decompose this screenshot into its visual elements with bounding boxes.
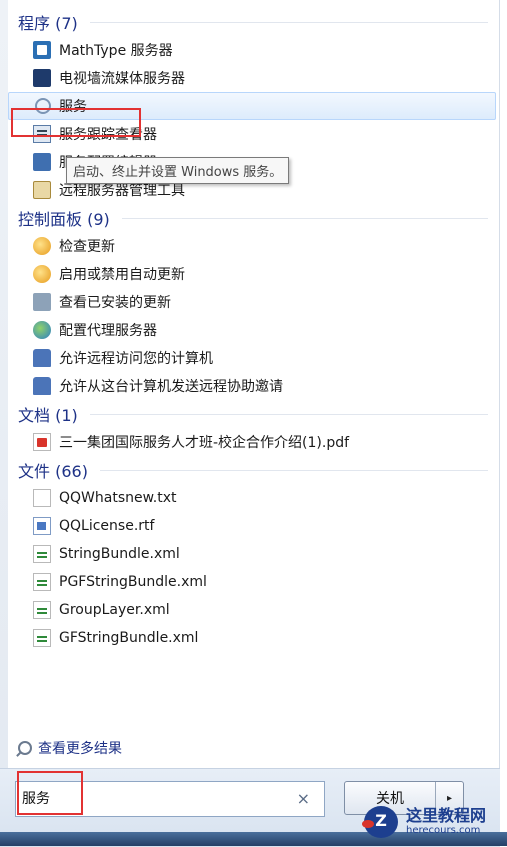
result-label: QQLicense.rtf: [59, 518, 155, 534]
rtf-file-icon: [33, 517, 51, 535]
result-item[interactable]: QQWhatsnew.txt: [8, 484, 498, 512]
group-header[interactable]: 文档 (1): [8, 400, 498, 428]
group-title: 程序 (7): [18, 14, 78, 33]
result-item[interactable]: 服务: [8, 92, 496, 120]
remote-admin-icon: [33, 181, 51, 199]
group-title: 控制面板 (9): [18, 210, 110, 229]
group-divider: [89, 413, 488, 415]
result-label: 启用或禁用自动更新: [59, 267, 185, 283]
group-title: 文档 (1): [18, 406, 78, 425]
result-label: MathType 服务器: [59, 43, 173, 59]
result-item[interactable]: PGFStringBundle.xml: [8, 568, 498, 596]
result-label: 服务跟踪查看器: [59, 127, 157, 143]
search-icon: [18, 741, 32, 755]
result-label: 服务: [59, 99, 87, 115]
result-item[interactable]: 配置代理服务器: [8, 316, 498, 344]
config-editor-icon: [33, 153, 51, 171]
result-item[interactable]: 查看已安装的更新: [8, 288, 498, 316]
result-item[interactable]: 允许远程访问您的计算机: [8, 344, 498, 372]
result-label: GroupLayer.xml: [59, 602, 170, 618]
trace-viewer-icon: [33, 125, 51, 143]
group-header[interactable]: 文件 (66): [8, 456, 498, 484]
result-label: 允许从这台计算机发送远程协助邀请: [59, 379, 283, 395]
result-item[interactable]: 电视墙流媒体服务器: [8, 64, 498, 92]
start-menu: 程序 (7)MathType 服务器电视墙流媒体服务器服务服务跟踪查看器服务配置…: [0, 0, 500, 847]
search-results: 程序 (7)MathType 服务器电视墙流媒体服务器服务服务跟踪查看器服务配置…: [8, 8, 498, 652]
result-label: 三一集团国际服务人才班-校企合作介绍(1).pdf: [59, 435, 350, 451]
result-item[interactable]: 检查更新: [8, 232, 498, 260]
menu-left-edge: [0, 0, 8, 846]
group-divider: [121, 217, 488, 219]
result-label: 配置代理服务器: [59, 323, 157, 339]
proxy-icon: [33, 321, 51, 339]
watermark-domain: herecours.com: [406, 825, 481, 836]
result-item[interactable]: GFStringBundle.xml: [8, 624, 498, 652]
remote-user-icon: [33, 349, 51, 367]
result-label: QQWhatsnew.txt: [59, 490, 177, 506]
group-title: 文件 (66): [18, 462, 88, 481]
result-label: 电视墙流媒体服务器: [59, 71, 185, 87]
group-divider: [89, 21, 488, 23]
remote-user-icon: [33, 377, 51, 395]
windows-update-icon: [33, 237, 51, 255]
result-label: 查看已安装的更新: [59, 295, 171, 311]
xml-file-icon: [33, 545, 51, 563]
result-item[interactable]: QQLicense.rtf: [8, 512, 498, 540]
result-label: 检查更新: [59, 239, 115, 255]
windows-update-icon: [33, 265, 51, 283]
clear-search-icon[interactable]: ×: [297, 789, 310, 808]
services-tooltip: 启动、终止并设置 Windows 服务。: [66, 157, 290, 184]
group-header[interactable]: 程序 (7): [8, 8, 498, 36]
result-label: GFStringBundle.xml: [59, 630, 199, 646]
text-file-icon: [33, 489, 51, 507]
xml-file-icon: [33, 629, 51, 647]
result-item[interactable]: 允许从这台计算机发送远程协助邀请: [8, 372, 498, 400]
search-box[interactable]: ×: [15, 781, 325, 817]
xml-file-icon: [33, 573, 51, 591]
group-header[interactable]: 控制面板 (9): [8, 204, 498, 232]
pdf-icon: [33, 433, 51, 451]
tv-wall-icon: [33, 69, 51, 87]
result-label: PGFStringBundle.xml: [59, 574, 207, 590]
result-item[interactable]: 服务跟踪查看器: [8, 120, 498, 148]
mathtype-icon: [33, 41, 51, 59]
group-divider: [99, 469, 488, 471]
search-input[interactable]: [22, 790, 282, 806]
result-item[interactable]: StringBundle.xml: [8, 540, 498, 568]
result-label: 允许远程访问您的计算机: [59, 351, 213, 367]
result-label: StringBundle.xml: [59, 546, 180, 562]
see-more-label: 查看更多结果: [38, 741, 122, 757]
see-more-results-link[interactable]: 查看更多结果: [18, 738, 122, 758]
watermark: Z 这里教程网 herecours.com: [362, 800, 502, 844]
watermark-logo-icon: Z: [362, 802, 402, 842]
services-icon: [35, 98, 51, 114]
xml-file-icon: [33, 601, 51, 619]
installed-updates-icon: [33, 293, 51, 311]
result-item[interactable]: 启用或禁用自动更新: [8, 260, 498, 288]
result-item[interactable]: 三一集团国际服务人才班-校企合作介绍(1).pdf: [8, 428, 498, 456]
result-item[interactable]: GroupLayer.xml: [8, 596, 498, 624]
result-item[interactable]: MathType 服务器: [8, 36, 498, 64]
watermark-brand: 这里教程网: [406, 806, 487, 825]
